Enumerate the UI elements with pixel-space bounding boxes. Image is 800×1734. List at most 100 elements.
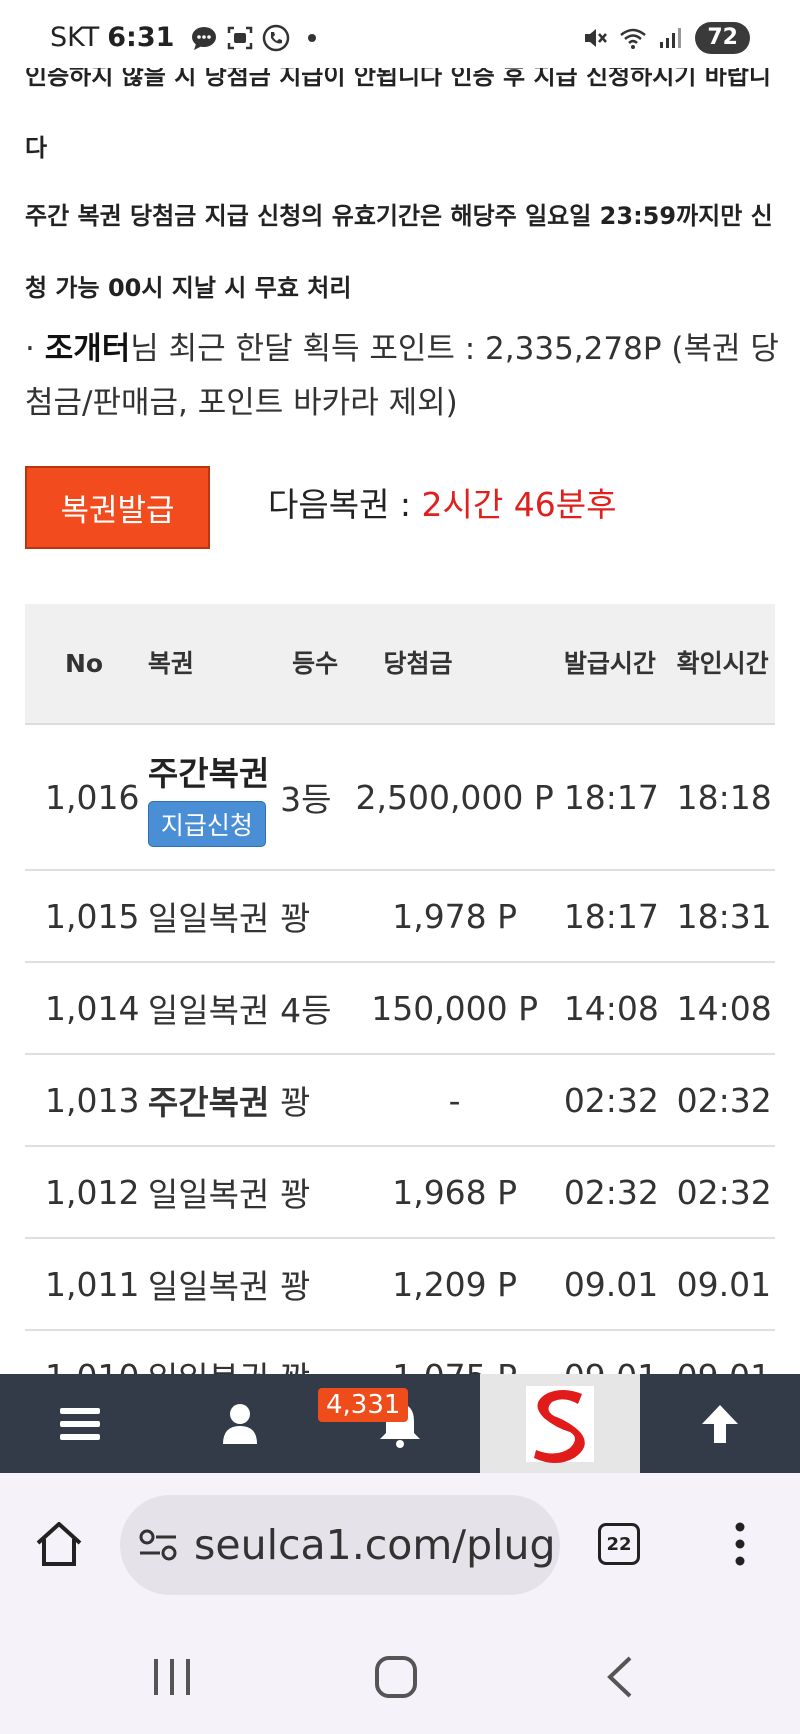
header-prize: 당첨금 (355, 604, 554, 725)
cell-prize: 1,075 P (355, 1330, 554, 1374)
points-text: 님 최근 한달 획득 포인트 : 2,335,278P (복권 당첨금/판매금,… (25, 331, 779, 421)
cell-rank: 3등 (280, 724, 356, 871)
cell-type: 주간복권 (147, 754, 270, 793)
header-issued: 발급시간 (553, 604, 667, 725)
header-checked: 확인시간 (666, 604, 775, 725)
cell-rank: 꽝 (280, 1238, 356, 1331)
cell-checked: 02:32 (666, 1054, 775, 1147)
chat-icon (192, 26, 217, 50)
cell-checked: 18:18 (666, 724, 775, 871)
profile-button[interactable] (180, 1374, 300, 1473)
scroll-top-button[interactable] (660, 1374, 780, 1473)
cell-type: 일일복권 (147, 962, 281, 1055)
dot-icon (308, 33, 317, 42)
cell-no: 1,012 (25, 1146, 148, 1239)
cell-issued: 18:17 (553, 870, 667, 963)
table-row: 1,012 일일복권 꽝 1,968 P 02:32 02:32 (25, 1146, 775, 1239)
next-lottery-label: 다음복권 : (268, 485, 422, 524)
tabs-button[interactable]: 22 (598, 1523, 640, 1565)
more-vert-icon (735, 1522, 745, 1566)
signal-icon (660, 28, 682, 48)
cell-prize: 1,968 P (355, 1146, 554, 1239)
browser-toolbar: seulca1.com/plug 22 (0, 1473, 800, 1603)
cell-no: 1,016 (25, 724, 148, 871)
cell-issued: 09.01 (553, 1238, 667, 1331)
cell-issued: 02:32 (553, 1054, 667, 1147)
screenshot-icon (228, 26, 253, 49)
cell-no: 1,014 (25, 962, 148, 1055)
table-row: 1,013 주간복권 꽝 - 02:32 02:32 (25, 1054, 775, 1147)
lottery-table: No 복권 등수 당첨금 발급시간 확인시간 1,016 주간복권 지급신청 3… (25, 604, 775, 1374)
cell-issued: 18:17 (553, 724, 667, 871)
home-nav-icon (375, 1656, 417, 1698)
cell-checked: 09.01 (666, 1330, 775, 1374)
cell-prize: 150,000 P (355, 962, 554, 1055)
cell-type: 일일복권 (147, 870, 281, 963)
home-nav-button[interactable] (374, 1655, 418, 1703)
menu-icon (60, 1407, 100, 1440)
header-type: 복권 (147, 604, 281, 725)
cell-rank: 꽝 (280, 870, 356, 963)
table-row: 1,010 일일복권 꽝 1,075 P 09.01 09.01 (25, 1330, 775, 1374)
next-lottery-countdown: 2시간 46분후 (421, 485, 617, 524)
cell-checked: 18:31 (666, 870, 775, 963)
bullet: · (25, 331, 35, 367)
cell-rank: 꽝 (280, 1054, 356, 1147)
status-bar: SKT 6:31 72 (0, 0, 800, 68)
cell-type: 일일복권 (147, 1330, 281, 1374)
home-button[interactable] (34, 1519, 84, 1573)
site-logo[interactable] (480, 1374, 640, 1473)
s-logo-icon (526, 1385, 594, 1463)
wifi-icon (620, 28, 647, 49)
lottery-page: 인증하지 않을 시 당첨금 지급이 안됩니다 인증 후 지급 신청하시기 바랍니… (0, 0, 800, 1374)
claim-button[interactable]: 지급신청 (147, 801, 266, 847)
table-header: No 복권 등수 당첨금 발급시간 확인시간 (25, 604, 775, 725)
recents-icon (154, 1659, 190, 1695)
phone-call-icon (263, 24, 290, 51)
back-button[interactable] (604, 1655, 634, 1703)
monthly-points: · 조개터님 최근 한달 획득 포인트 : 2,335,278P (복권 당첨금… (25, 322, 780, 430)
cell-type: 일일복권 (147, 1238, 281, 1331)
cell-no: 1,013 (25, 1054, 148, 1147)
home-icon (36, 1522, 82, 1566)
cell-no: 1,011 (25, 1238, 148, 1331)
back-icon (607, 1656, 632, 1698)
next-lottery: 다음복권 : 2시간 46분후 (268, 478, 616, 526)
table-row: 1,011 일일복권 꽝 1,209 P 09.01 09.01 (25, 1238, 775, 1331)
table-row: 1,014 일일복권 4등 150,000 P 14:08 14:08 (25, 962, 775, 1055)
cell-type: 주간복권 (147, 1054, 281, 1147)
browser-menu-button[interactable] (730, 1521, 750, 1571)
cell-type: 일일복권 (147, 1146, 281, 1239)
issue-lottery-button[interactable]: 복권발급 (25, 466, 210, 549)
weekly-claim-notice: 주간 복권 당첨금 지급 신청의 유효기간은 해당주 일요일 23:59까지만 … (25, 202, 773, 302)
cell-checked: 09.01 (666, 1238, 775, 1331)
cell-prize: 1,209 P (355, 1238, 554, 1331)
site-settings-icon[interactable] (138, 1528, 178, 1562)
system-nav-bar (0, 1603, 800, 1734)
clock: 6:31 (107, 22, 175, 53)
cell-issued: 14:08 (553, 962, 667, 1055)
cell-no: 1,010 (25, 1330, 148, 1374)
username: 조개터 (44, 331, 131, 367)
cell-prize: 2,500,000 P (355, 724, 554, 871)
table-row: 1,015 일일복권 꽝 1,978 P 18:17 18:31 (25, 870, 775, 963)
user-icon (223, 1403, 257, 1444)
carrier-label: SKT (50, 22, 100, 53)
cell-prize: - (355, 1054, 554, 1147)
cell-rank: 4등 (280, 962, 356, 1055)
mute-icon (585, 29, 608, 47)
cell-issued: 09.01 (553, 1330, 667, 1374)
recents-button[interactable] (150, 1657, 194, 1701)
header-rank: 등수 (280, 604, 356, 725)
cell-prize: 1,978 P (355, 870, 554, 963)
cell-checked: 14:08 (666, 962, 775, 1055)
cell-checked: 02:32 (666, 1146, 775, 1239)
battery-indicator: 72 (695, 22, 750, 54)
arrow-up-icon (702, 1404, 738, 1443)
address-bar[interactable]: seulca1.com/plug (120, 1495, 560, 1595)
menu-button[interactable] (20, 1374, 140, 1473)
cell-rank: 꽝 (280, 1146, 356, 1239)
notification-count-badge: 4,331 (318, 1388, 409, 1422)
cell-rank: 꽝 (280, 1330, 356, 1374)
cell-issued: 02:32 (553, 1146, 667, 1239)
